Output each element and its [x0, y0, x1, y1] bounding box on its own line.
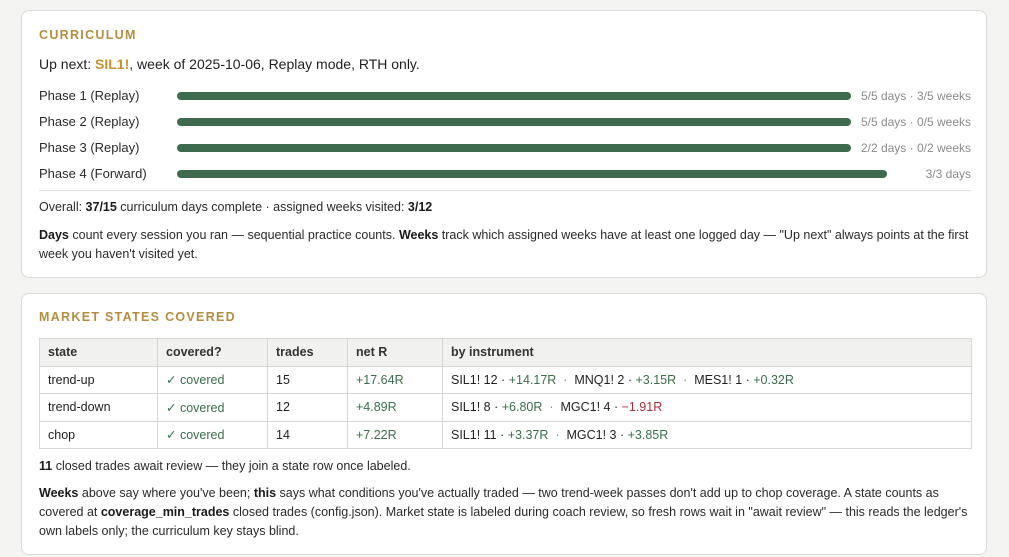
instrument-r: +3.15R [635, 372, 677, 387]
overall-prefix: Overall: [39, 200, 86, 214]
overall-summary: Overall: 37/15 curriculum days complete … [39, 200, 432, 214]
instrument-r: +6.80R [501, 400, 543, 415]
by-instrument-cell: SIL1! 8 · +6.80R · MGC1! 4 · −1.91R [442, 393, 972, 422]
separator: · [542, 400, 561, 415]
market-states-table: state covered? trades net R by instrumen… [39, 338, 972, 449]
phase-progress-fill [177, 92, 851, 100]
phase-progress-bar [177, 170, 887, 178]
phase-progress-fill [177, 118, 851, 126]
instrument-r: +14.17R [508, 372, 557, 387]
phase-row: Phase 4 (Forward) 3/3 days [39, 165, 971, 183]
state-cell: trend-down [39, 393, 158, 422]
by-instrument-cell: SIL1! 12 · +14.17R · MNQ1! 2 · +3.15R · … [442, 365, 972, 394]
market-states-note: Weeks above say where you've been; this … [39, 484, 969, 541]
phase-label: Phase 1 (Replay) [39, 88, 140, 103]
column-header-trades: trades [267, 338, 348, 367]
phase-row: Phase 2 (Replay) 5/5 days · 0/5 weeks [39, 113, 971, 131]
instrument-r: +3.85R [627, 427, 669, 442]
table-row: trend-down ✓ covered 12 +4.89R SIL1! 8 ·… [39, 393, 972, 422]
state-cell: trend-up [39, 365, 158, 394]
instrument-label: MES1! 1 · [694, 372, 754, 387]
net-r-cell: +4.89R [347, 393, 443, 422]
phase-label: Phase 2 (Replay) [39, 114, 140, 129]
overall-days: 37/15 [85, 200, 117, 214]
instrument-label: MNQ1! 2 · [574, 372, 636, 387]
trades-cell: 14 [267, 420, 348, 449]
phase-progress-bar [177, 92, 851, 100]
instrument-r: +3.37R [507, 427, 549, 442]
covered-cell: ✓ covered [157, 420, 268, 449]
table-header-row: state covered? trades net R by instrumen… [39, 338, 972, 367]
table-row: chop ✓ covered 14 +7.22R SIL1! 11 · +3.3… [39, 420, 972, 449]
phase-stat: 3/3 days [925, 167, 971, 181]
separator: · [556, 372, 575, 387]
covered-cell: ✓ covered [157, 393, 268, 422]
note-days: Days [39, 228, 69, 242]
phase-stat: 5/5 days · 0/5 weeks [860, 115, 971, 129]
phase-stat: 2/2 days · 0/2 weeks [860, 141, 971, 155]
net-r-cell: +7.22R [347, 420, 443, 449]
await-review-note: 11 closed trades await review — they joi… [39, 459, 411, 473]
instrument-label: SIL1! 8 · [451, 400, 502, 415]
note-text: count every session you ran — sequential… [68, 228, 399, 242]
instrument-label: SIL1! 12 · [451, 372, 509, 387]
note-text: above say where you've been; [78, 486, 254, 500]
note-weeks: Weeks [398, 228, 439, 242]
net-r-cell: +17.64R [347, 365, 443, 394]
note-config-key: coverage_min_trades [100, 505, 230, 519]
separator: · [676, 372, 695, 387]
trades-cell: 12 [267, 393, 348, 422]
up-next-prefix: Up next: [39, 56, 96, 72]
curriculum-note: Days count every session you ran — seque… [39, 226, 969, 264]
divider [39, 190, 971, 191]
up-next-symbol[interactable]: SIL1! [95, 56, 129, 72]
curriculum-title: CURRICULUM [39, 28, 137, 42]
instrument-r: +0.32R [753, 372, 794, 387]
separator: · [548, 427, 567, 442]
table-row: trend-up ✓ covered 15 +17.64R SIL1! 12 ·… [39, 365, 972, 394]
phase-progress-bar [177, 144, 851, 152]
by-instrument-cell: SIL1! 11 · +3.37R · MGC1! 3 · +3.85R [442, 420, 972, 449]
column-header-state: state [39, 338, 158, 367]
phase-row: Phase 3 (Replay) 2/2 days · 0/2 weeks [39, 139, 971, 157]
phase-stat: 5/5 days · 3/5 weeks [860, 89, 971, 103]
up-next-line: Up next: SIL1!, week of 2025-10-06, Repl… [39, 56, 420, 72]
instrument-label: MGC1! 3 · [566, 427, 628, 442]
up-next-suffix: , week of 2025-10-06, Replay mode, RTH o… [129, 56, 420, 72]
overall-mid: curriculum days complete · assigned week… [116, 200, 408, 214]
instrument-label: SIL1! 11 · [451, 427, 508, 442]
await-text: closed trades await review — they join a… [52, 459, 411, 473]
covered-cell: ✓ covered [157, 365, 268, 394]
column-header-by-instrument: by instrument [442, 338, 972, 367]
state-cell: chop [39, 420, 158, 449]
curriculum-card: CURRICULUM Up next: SIL1!, week of 2025-… [21, 10, 987, 278]
instrument-label: MGC1! 4 · [560, 400, 622, 415]
market-states-title: MARKET STATES COVERED [39, 310, 236, 324]
trades-cell: 15 [267, 365, 348, 394]
phase-progress-bar [177, 118, 851, 126]
overall-weeks: 3/12 [407, 200, 433, 214]
column-header-net-r: net R [347, 338, 443, 367]
market-states-card: MARKET STATES COVERED state covered? tra… [21, 293, 987, 555]
phase-label: Phase 4 (Forward) [39, 166, 147, 181]
note-this: this [253, 486, 277, 500]
instrument-r: −1.91R [621, 400, 663, 415]
phase-progress-fill [177, 170, 887, 178]
phase-row: Phase 1 (Replay) 5/5 days · 3/5 weeks [39, 87, 971, 105]
phase-label: Phase 3 (Replay) [39, 140, 140, 155]
note-weeks: Weeks [39, 486, 79, 500]
phase-progress-fill [177, 144, 851, 152]
column-header-covered: covered? [157, 338, 268, 367]
await-count: 11 [39, 459, 53, 473]
